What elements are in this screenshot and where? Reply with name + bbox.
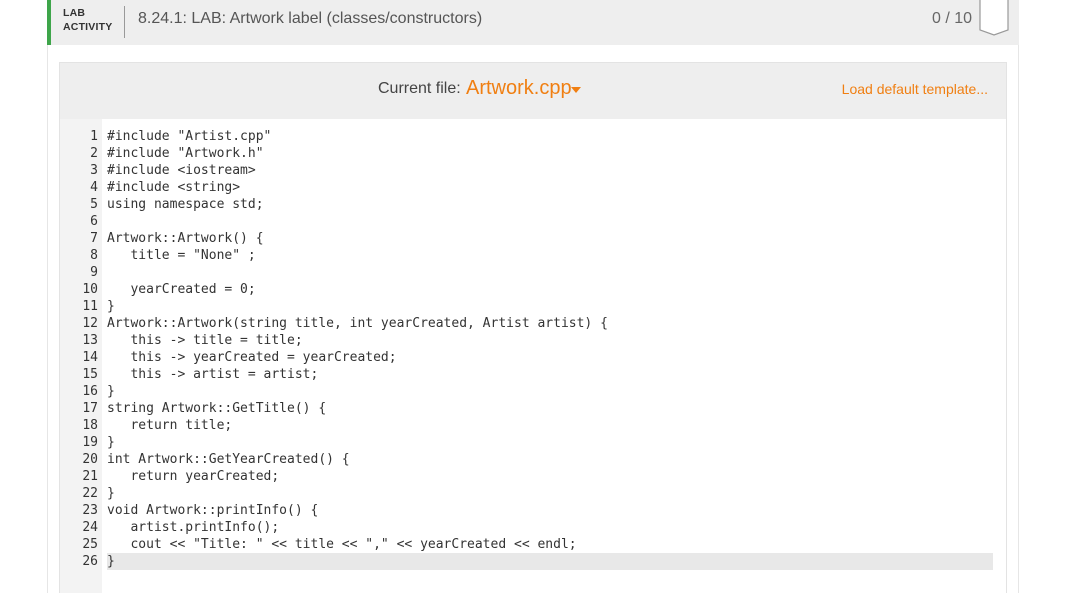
code-text[interactable]: using namespace std; xyxy=(107,196,993,213)
line-number: 4 xyxy=(90,180,98,195)
line-number: 24 xyxy=(82,520,98,535)
code-line[interactable]: 25 cout << "Title: " << title << "," << … xyxy=(60,536,1006,553)
code-line[interactable]: 14 this -> yearCreated = yearCreated; xyxy=(60,349,1006,366)
line-number: 20 xyxy=(82,452,98,467)
code-text[interactable]: Artwork::Artwork() { xyxy=(107,230,993,247)
code-line[interactable]: 2 #include "Artwork.h" xyxy=(60,145,1006,162)
code-text[interactable]: #include "Artist.cpp" xyxy=(107,128,993,145)
code-line[interactable]: 15 this -> artist = artist; xyxy=(60,366,1006,383)
code-text[interactable]: } xyxy=(107,434,993,451)
code-editor[interactable]: 1 #include "Artist.cpp" 2 #include "Artwork… xyxy=(60,119,1006,593)
lab-activity-label: LAB ACTIVITY xyxy=(63,6,112,34)
lab-label-line1: LAB xyxy=(63,7,86,19)
lab-header: LAB ACTIVITY 8.24.1: LAB: Artwork label … xyxy=(47,0,1019,45)
code-text[interactable]: artist.printInfo(); xyxy=(107,519,993,536)
code-line[interactable]: 12 Artwork::Artwork(string title, int yea… xyxy=(60,315,1006,332)
chevron-down-icon[interactable] xyxy=(571,87,581,93)
code-text[interactable]: yearCreated = 0; xyxy=(107,281,993,298)
code-text[interactable]: int Artwork::GetYearCreated() { xyxy=(107,451,993,468)
current-file-select[interactable]: Artwork.cpp xyxy=(466,77,572,100)
code-line[interactable]: 5 using namespace std; xyxy=(60,196,1006,213)
code-text[interactable]: } xyxy=(107,485,993,502)
code-line[interactable]: 22} xyxy=(60,485,1006,502)
code-line[interactable]: 23 void Artwork::printInfo() { xyxy=(60,502,1006,519)
line-number: 17 xyxy=(82,401,98,416)
code-line[interactable]: 13 this -> title = title; xyxy=(60,332,1006,349)
code-text[interactable]: #include <iostream> xyxy=(107,162,993,179)
code-line[interactable]: 10 yearCreated = 0; xyxy=(60,281,1006,298)
code-line[interactable]: 6 xyxy=(60,213,1006,230)
line-number: 5 xyxy=(90,197,98,212)
code-text[interactable]: string Artwork::GetTitle() { xyxy=(107,400,993,417)
line-number: 12 xyxy=(82,316,98,331)
code-text[interactable]: cout << "Title: " << title << "," << yea… xyxy=(107,536,993,553)
lab-title: 8.24.1: LAB: Artwork label (classes/cons… xyxy=(138,10,483,27)
code-line[interactable]: 11} xyxy=(60,298,1006,315)
code-line[interactable]: 9 xyxy=(60,264,1006,281)
code-text[interactable]: this -> title = title; xyxy=(107,332,993,349)
code-line[interactable]: 3 #include <iostream> xyxy=(60,162,1006,179)
code-line[interactable]: 7 Artwork::Artwork() { xyxy=(60,230,1006,247)
load-default-template-link[interactable]: Load default template... xyxy=(842,81,988,97)
code-editor-panel: Current file: Artwork.cpp Load default t… xyxy=(59,62,1007,593)
line-number: 26 xyxy=(82,554,98,569)
code-text[interactable]: title = "None" ; xyxy=(107,247,993,264)
score-display: 0 / 10 xyxy=(931,10,972,27)
code-line[interactable]: 4 #include <string> xyxy=(60,179,1006,196)
line-number: 2 xyxy=(90,146,98,161)
line-number: 23 xyxy=(82,503,98,518)
lab-label-line2: ACTIVITY xyxy=(63,21,113,33)
line-number: 1 xyxy=(90,129,98,144)
line-number: 21 xyxy=(82,469,98,484)
current-file-label: Current file: xyxy=(378,80,461,97)
line-number: 6 xyxy=(90,214,98,229)
code-line[interactable]: 18 return title; xyxy=(60,417,1006,434)
line-number: 16 xyxy=(82,384,98,399)
code-line[interactable]: 1 #include "Artist.cpp" xyxy=(60,128,1006,145)
code-text[interactable]: #include <string> xyxy=(107,179,993,196)
code-line[interactable]: 17 string Artwork::GetTitle() { xyxy=(60,400,1006,417)
code-text[interactable]: } xyxy=(107,553,993,570)
completion-badge-icon xyxy=(979,0,1009,36)
code-line[interactable]: 8 title = "None" ; xyxy=(60,247,1006,264)
code-text[interactable]: } xyxy=(107,298,993,315)
code-text[interactable]: } xyxy=(107,383,993,400)
code-text[interactable]: this -> artist = artist; xyxy=(107,366,993,383)
code-text[interactable]: return title; xyxy=(107,417,993,434)
code-line[interactable]: 21 return yearCreated; xyxy=(60,468,1006,485)
line-number: 10 xyxy=(82,282,98,297)
header-divider xyxy=(124,6,125,38)
code-line[interactable]: 19} xyxy=(60,434,1006,451)
line-number: 18 xyxy=(82,418,98,433)
line-number: 11 xyxy=(82,299,98,314)
line-number: 7 xyxy=(90,231,98,246)
line-number: 14 xyxy=(82,350,98,365)
line-number: 25 xyxy=(82,537,98,552)
line-number: 3 xyxy=(90,163,98,178)
line-number: 22 xyxy=(82,486,98,501)
code-text[interactable]: return yearCreated; xyxy=(107,468,993,485)
code-line[interactable]: 20 int Artwork::GetYearCreated() { xyxy=(60,451,1006,468)
code-line[interactable]: 24 artist.printInfo(); xyxy=(60,519,1006,536)
code-text[interactable]: Artwork::Artwork(string title, int yearC… xyxy=(107,315,993,332)
code-text[interactable]: #include "Artwork.h" xyxy=(107,145,993,162)
code-text[interactable]: this -> yearCreated = yearCreated; xyxy=(107,349,993,366)
line-number: 19 xyxy=(82,435,98,450)
code-text[interactable]: void Artwork::printInfo() { xyxy=(107,502,993,519)
code-lines[interactable]: 1 #include "Artist.cpp" 2 #include "Artwork… xyxy=(60,128,1006,570)
line-number: 8 xyxy=(90,248,98,263)
line-number: 15 xyxy=(82,367,98,382)
code-line[interactable]: 26} xyxy=(60,553,1006,570)
line-number: 13 xyxy=(82,333,98,348)
line-number: 9 xyxy=(90,265,98,280)
file-bar: Current file: Artwork.cpp Load default t… xyxy=(60,63,1006,119)
code-line[interactable]: 16} xyxy=(60,383,1006,400)
